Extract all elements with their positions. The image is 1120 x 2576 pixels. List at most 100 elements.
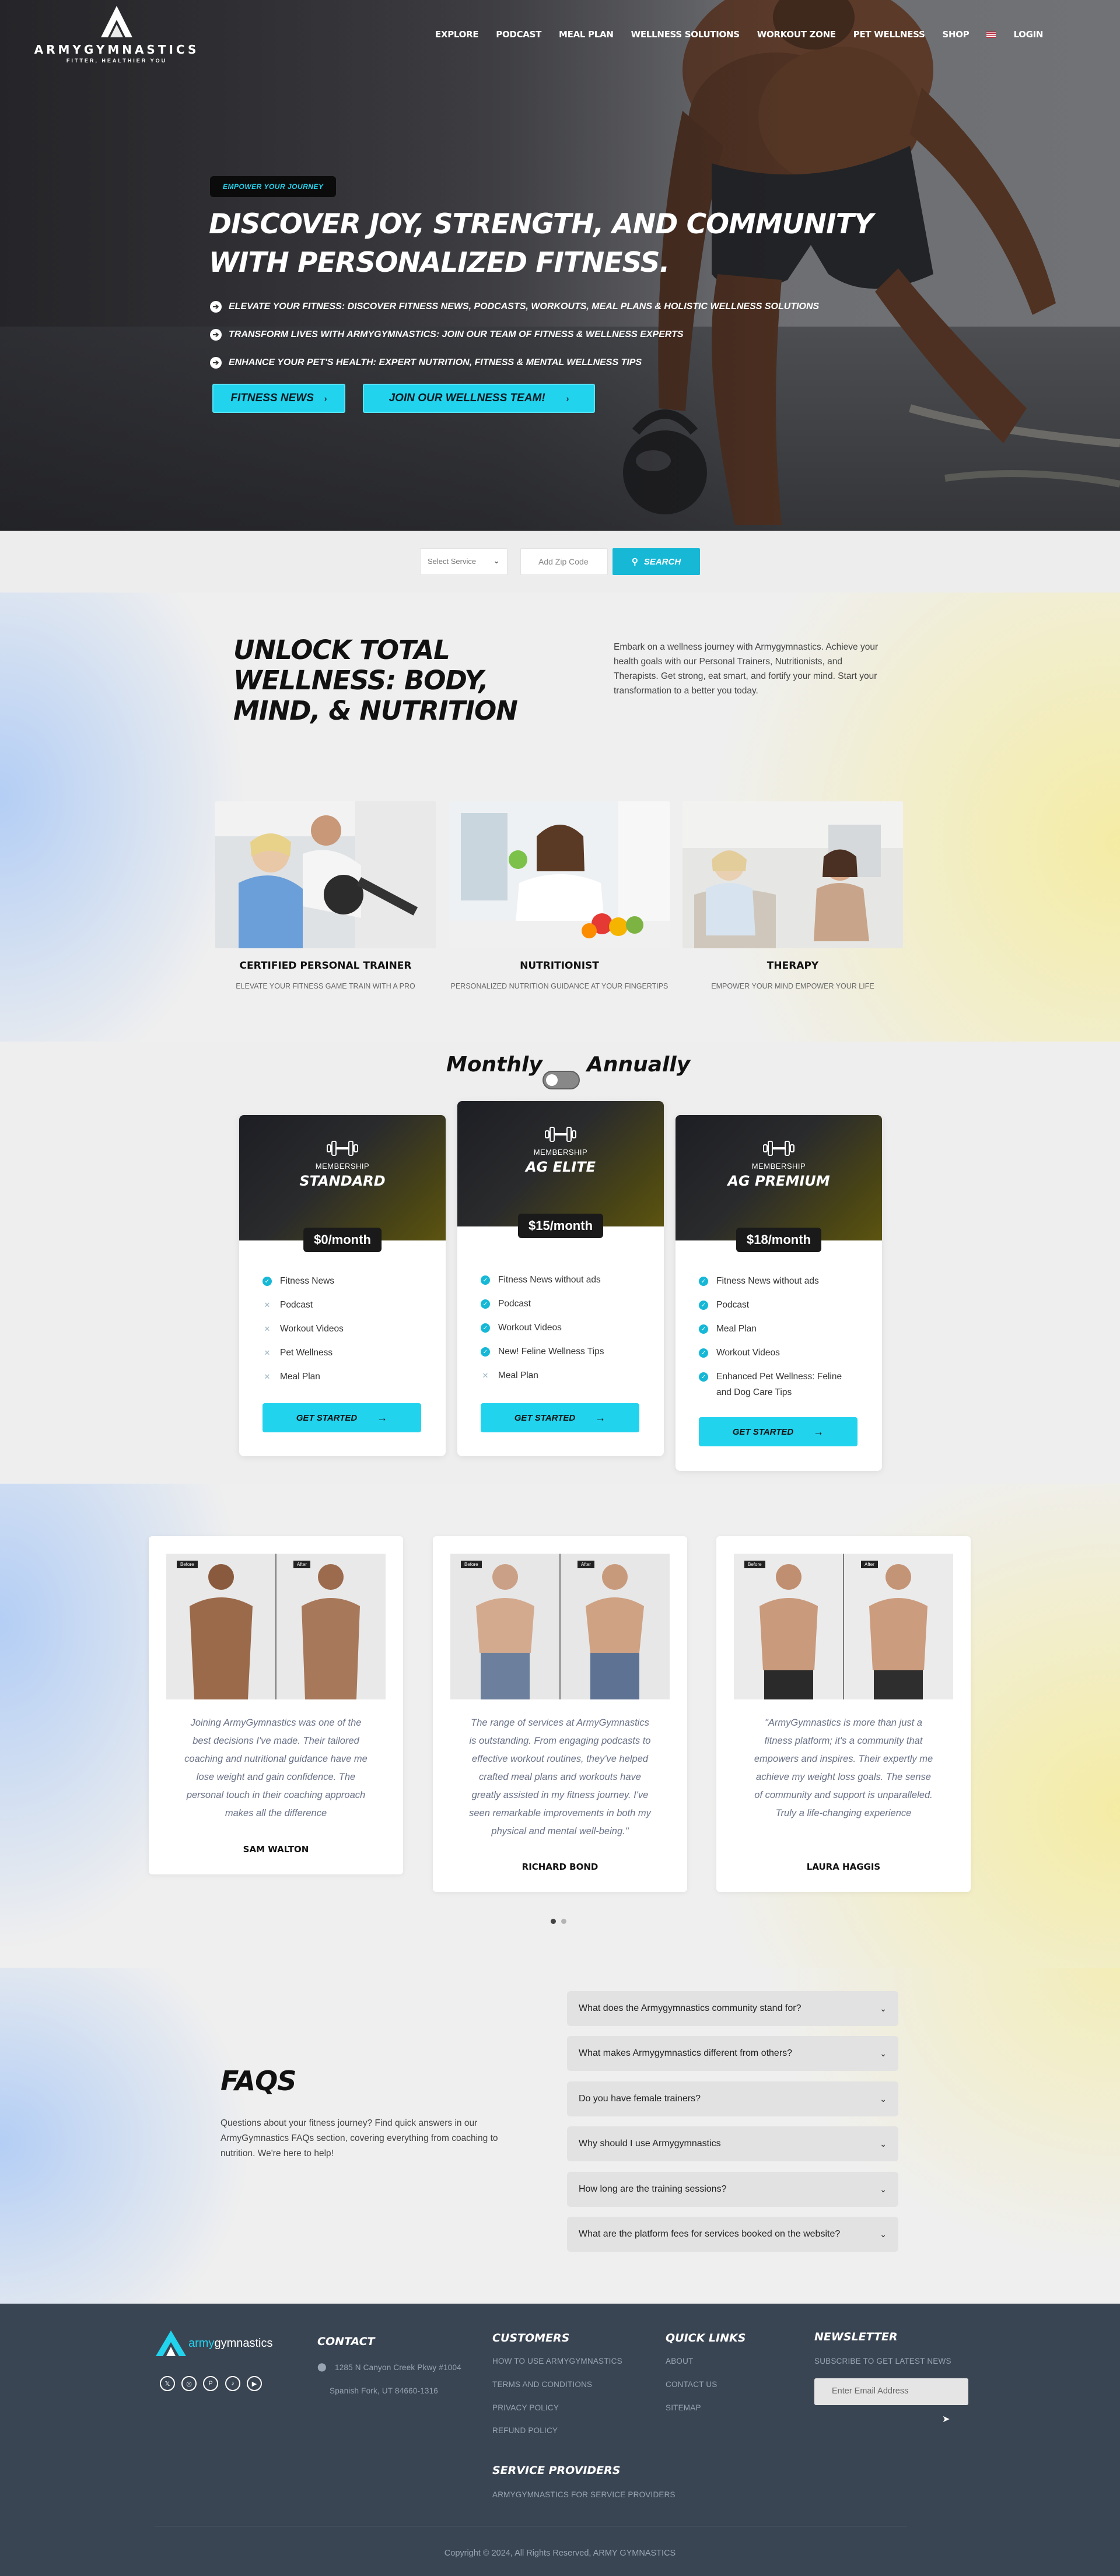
feature-item: ✓ Meal Plan [699, 1321, 859, 1337]
footer-providers-title: SERVICE PROVIDERS [492, 2464, 621, 2477]
location-pin-icon: ⬤ [317, 2362, 327, 2371]
billing-monthly-label[interactable]: Monthly [446, 1053, 542, 1077]
plan-label: MEMBERSHIP [315, 1162, 370, 1170]
arrow-circle-icon: ➔ [210, 329, 222, 341]
footer-link-sitemap[interactable]: SITEMAP [666, 2403, 701, 2412]
service-name-therapy: THERAPY [766, 960, 819, 972]
get-started-label: GET STARTED [732, 1427, 794, 1437]
check-icon: ✓ [699, 1324, 708, 1334]
testimonial-card: Before After Joining ArmyGymnastics was … [149, 1536, 403, 1874]
get-started-button-premium[interactable]: GET STARTED → [699, 1417, 858, 1446]
faq-item[interactable]: Why should I use Armygymnastics ⌄ [567, 2126, 898, 2161]
instagram-icon[interactable]: ◎ [181, 2376, 197, 2391]
after-tag: After [578, 1561, 594, 1568]
feature-item: ✕ Meal Plan [481, 1368, 664, 1383]
service-select[interactable]: Select Service ⌄ [420, 548, 508, 575]
faq-title: FAQS [220, 2065, 296, 2097]
chevron-down-icon: ⌄ [880, 2139, 887, 2149]
nav-item-workout-zone[interactable]: WORKOUT ZONE [757, 29, 836, 40]
nav-item-shop[interactable]: SHOP [943, 29, 970, 40]
search-button-label: SEARCH [643, 556, 681, 567]
newsletter-email-input[interactable]: Enter Email Address [814, 2378, 968, 2405]
plan-features: ✓ Fitness News ✕ Podcast ✕ Workout Videos ✕… [239, 1240, 446, 1385]
feature-item: ✕ Meal Plan [262, 1369, 446, 1385]
faq-question: What makes Armygymnastics different from… [579, 2048, 793, 2058]
x-icon: ✕ [264, 1324, 271, 1333]
footer-link-how-to-use[interactable]: HOW TO USE ARMYGYMNASTICS [492, 2357, 622, 2365]
nav-item-podcast[interactable]: PODCAST [496, 29, 541, 40]
nav-item-explore[interactable]: EXPLORE [435, 29, 479, 40]
plan-label: MEMBERSHIP [533, 1148, 588, 1156]
feature-item: ✓ Workout Videos [699, 1345, 859, 1361]
service-card-nutritionist-image[interactable] [449, 801, 670, 948]
nav-login[interactable]: LOGIN [1013, 29, 1043, 40]
service-subtitle-trainer: ELEVATE YOUR FITNESS GAME TRAIN WITH A P… [236, 982, 415, 990]
feature-item: ✓ New! Feline Wellness Tips [481, 1344, 664, 1359]
zip-code-input[interactable]: Add Zip Code [520, 548, 608, 575]
service-card-trainer-image[interactable] [215, 801, 436, 948]
youtube-icon[interactable]: ▶ [247, 2376, 262, 2391]
plan-header: MEMBERSHIP AG ELITE $15/month [457, 1101, 664, 1238]
footer-quicklinks-title: QUICK LINKS [666, 2332, 746, 2344]
hero-bullet: ➔ ELEVATE YOUR FITNESS: DISCOVER FITNESS … [210, 293, 945, 321]
logo-mountain-icon [156, 2330, 186, 2356]
feature-item: ✓ Fitness News [262, 1273, 446, 1289]
feature-text: Workout Videos [498, 1323, 562, 1333]
faq-question: What does the Armygymnastics community s… [579, 2003, 802, 2013]
service-card-therapy-image[interactable] [682, 801, 903, 948]
testimonial-quote: "ArmyGymnastics is more than just a fitn… [754, 1718, 933, 1818]
chevron-down-icon: ⌄ [880, 2003, 887, 2013]
x-twitter-icon[interactable]: 𝕏 [160, 2376, 175, 2391]
billing-toggle[interactable] [542, 1071, 580, 1089]
plan-label: MEMBERSHIP [751, 1162, 806, 1170]
trainer-photo [215, 801, 436, 948]
faq-question: Do you have female trainers? [579, 2094, 701, 2104]
arrow-circle-icon: ➔ [210, 357, 222, 369]
plan-name: AG ELITE [525, 1159, 596, 1175]
hero-bullet: ➔ TRANSFORM LIVES WITH ARMYGYMNASTICS: JO… [210, 321, 945, 349]
service-name-trainer: CERTIFIED PERSONAL TRAINER [239, 960, 412, 972]
faq-item[interactable]: Do you have female trainers? ⌄ [567, 2081, 898, 2116]
footer-link-privacy[interactable]: PRIVACY POLICY [492, 2403, 559, 2412]
arrow-right-icon: → [377, 1411, 388, 1424]
fitness-news-button[interactable]: FITNESS NEWS › [212, 384, 345, 413]
feature-text: Workout Videos [280, 1324, 344, 1334]
nav-item-wellness-solutions[interactable]: WELLNESS SOLUTIONS [631, 29, 740, 40]
join-team-button[interactable]: JOIN OUR WELLNESS TEAM! › [363, 384, 595, 413]
footer-logo[interactable]: army gymnastics [155, 2329, 272, 2357]
carousel-dot-active[interactable] [551, 1919, 556, 1924]
before-after-photo: Before After [166, 1554, 386, 1699]
get-started-button-elite[interactable]: GET STARTED → [481, 1403, 639, 1432]
search-button[interactable]: ⚲ SEARCH [612, 548, 700, 575]
feature-item: ✓ Fitness News without ads [481, 1272, 664, 1288]
check-icon: ✓ [699, 1372, 708, 1382]
brand-logo[interactable]: ARMYGYMNASTICS FITTER, HEALTHIER YOU [32, 3, 201, 64]
send-icon[interactable]: ➤ [942, 2413, 950, 2425]
footer-link-about[interactable]: ABOUT [666, 2357, 694, 2365]
carousel-dot[interactable] [561, 1919, 566, 1924]
footer-logo-text-b: gymnastics [214, 2336, 273, 2350]
faq-item[interactable]: What makes Armygymnastics different from… [567, 2036, 898, 2071]
footer-link-refund[interactable]: REFUND POLICY [492, 2426, 558, 2435]
billing-annually-label[interactable]: Annually [587, 1053, 690, 1077]
join-team-label: JOIN OUR WELLNESS TEAM! [388, 392, 545, 404]
us-flag-icon[interactable] [986, 31, 996, 38]
feature-text: Meal Plan [498, 1371, 538, 1380]
get-started-button-standard[interactable]: GET STARTED → [262, 1403, 421, 1432]
footer-link-contact-us[interactable]: CONTACT US [666, 2380, 718, 2389]
nav-item-meal-plan[interactable]: MEAL PLAN [559, 29, 614, 40]
footer-link-providers[interactable]: ARMYGYMNASTICS FOR SERVICE PROVIDERS [492, 2490, 676, 2499]
nav-item-pet-wellness[interactable]: PET WELLNESS [853, 29, 925, 40]
faq-item[interactable]: What does the Armygymnastics community s… [567, 1991, 898, 2026]
tiktok-icon[interactable]: ♪ [225, 2376, 240, 2391]
carousel-dots [551, 1916, 572, 1927]
footer-link-terms[interactable]: TERMS AND CONDITIONS [492, 2380, 592, 2389]
pinterest-icon[interactable]: P [203, 2376, 218, 2391]
feature-item: ✓ Podcast [481, 1296, 664, 1312]
plan-card-ag-elite: MEMBERSHIP AG ELITE $15/month ✓ Fitness N… [457, 1101, 664, 1456]
arrow-right-icon: › [324, 394, 327, 403]
testimonial-name: LAURA HAGGIS [806, 1862, 881, 1872]
x-icon: ✕ [482, 1371, 489, 1380]
faq-item[interactable]: How long are the training sessions? ⌄ [567, 2172, 898, 2207]
faq-item[interactable]: What are the platform fees for services … [567, 2217, 898, 2252]
